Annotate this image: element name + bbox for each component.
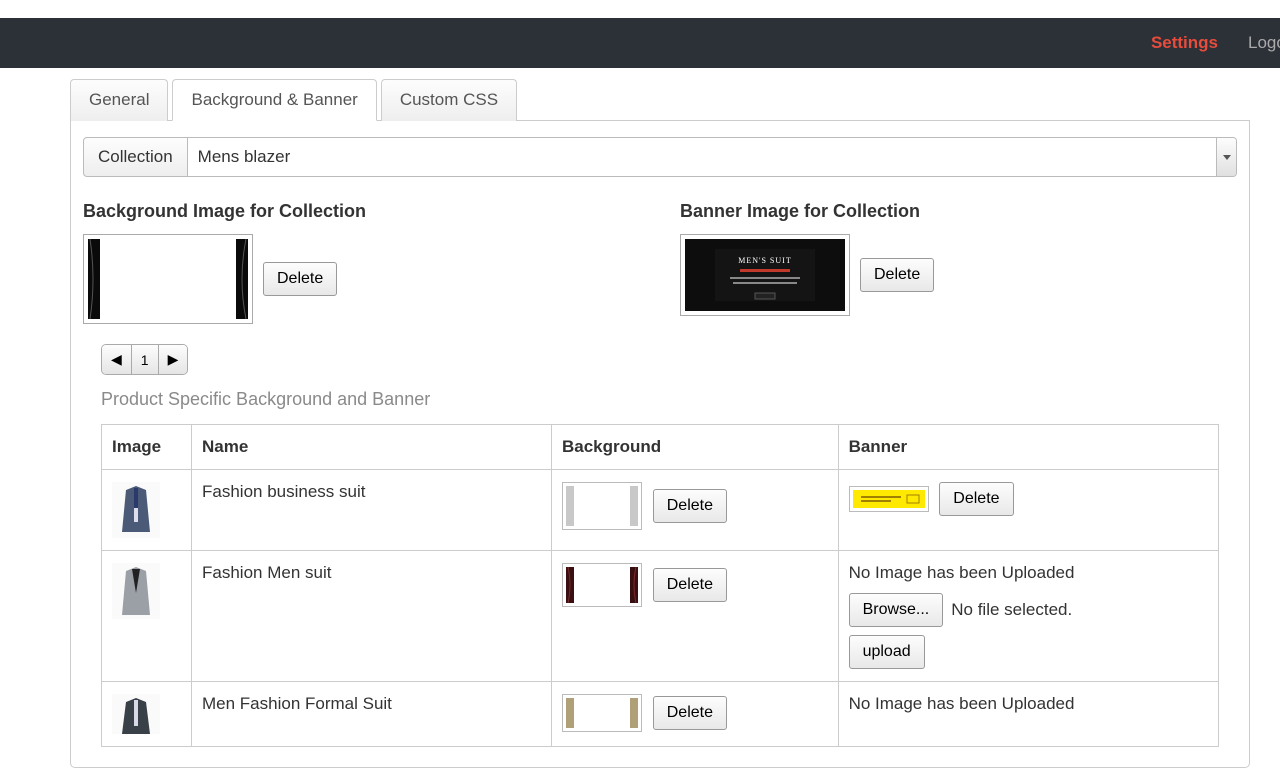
upload-button[interactable]: upload <box>849 635 925 669</box>
th-image: Image <box>102 425 192 470</box>
banner-heading: Banner Image for Collection <box>680 201 1237 222</box>
th-banner: Banner <box>838 425 1218 470</box>
svg-text:MEN'S SUIT: MEN'S SUIT <box>738 256 791 265</box>
product-name: Fashion business suit <box>192 470 552 551</box>
background-image-icon <box>88 239 248 319</box>
browse-button[interactable]: Browse... <box>849 593 944 627</box>
nav-logout[interactable]: Logout <box>1248 33 1280 53</box>
row-delete-background-button[interactable]: Delete <box>653 568 727 602</box>
table-row: Men Fashion Formal Suit Delete No Im <box>102 682 1219 747</box>
pager-page-number[interactable]: 1 <box>132 345 159 374</box>
nav-settings[interactable]: Settings <box>1151 33 1218 53</box>
row-delete-banner-button[interactable]: Delete <box>939 482 1013 516</box>
tab-background-banner[interactable]: Background & Banner <box>172 79 376 121</box>
no-image-text: No Image has been Uploaded <box>849 694 1208 714</box>
table-row: Fashion business suit Delete <box>102 470 1219 551</box>
chevron-down-icon[interactable] <box>1216 138 1236 176</box>
product-thumb-icon <box>112 482 160 538</box>
tab-custom-css[interactable]: Custom CSS <box>381 79 517 121</box>
product-name: Men Fashion Formal Suit <box>192 682 552 747</box>
banner-section: Banner Image for Collection MEN'S SUIT <box>680 201 1237 324</box>
tab-general[interactable]: General <box>70 79 168 121</box>
collection-label: Collection <box>83 137 188 177</box>
collection-selector: Collection Mens blazer <box>83 137 1237 177</box>
no-image-text: No Image has been Uploaded <box>849 563 1208 583</box>
row-delete-background-button[interactable]: Delete <box>653 489 727 523</box>
th-name: Name <box>192 425 552 470</box>
collection-selected-value: Mens blazer <box>198 147 291 167</box>
row-delete-background-button[interactable]: Delete <box>653 696 727 730</box>
topbar: Settings Logout <box>0 18 1280 68</box>
background-heading: Background Image for Collection <box>83 201 640 222</box>
file-selected-text: No file selected. <box>951 600 1072 620</box>
tabs: General Background & Banner Custom CSS <box>70 78 1250 121</box>
product-name: Fashion Men suit <box>192 551 552 682</box>
table-row: Fashion Men suit Delete <box>102 551 1219 682</box>
product-table: Image Name Background Banner <box>101 424 1219 747</box>
product-table-heading: Product Specific Background and Banner <box>101 389 1237 410</box>
tab-panel: Collection Mens blazer Background Image … <box>70 121 1250 768</box>
background-section: Background Image for Collection Delete <box>83 201 640 324</box>
row-banner-preview <box>849 486 929 512</box>
row-background-preview <box>562 482 642 530</box>
row-background-preview <box>562 563 642 607</box>
background-image-preview <box>83 234 253 324</box>
banner-image-preview: MEN'S SUIT <box>680 234 850 316</box>
row-background-preview <box>562 694 642 732</box>
product-thumb-icon <box>112 694 160 734</box>
collection-select[interactable]: Mens blazer <box>188 137 1237 177</box>
pager-prev-button[interactable]: ◀ <box>102 345 132 374</box>
th-background: Background <box>552 425 839 470</box>
banner-image-icon: MEN'S SUIT <box>685 239 845 311</box>
delete-banner-button[interactable]: Delete <box>860 258 934 292</box>
topbar-spacer <box>0 0 1280 18</box>
delete-background-button[interactable]: Delete <box>263 262 337 296</box>
pager: ◀ 1 ▶ <box>101 344 188 375</box>
pager-next-button[interactable]: ▶ <box>159 345 188 374</box>
product-thumb-icon <box>112 563 160 619</box>
